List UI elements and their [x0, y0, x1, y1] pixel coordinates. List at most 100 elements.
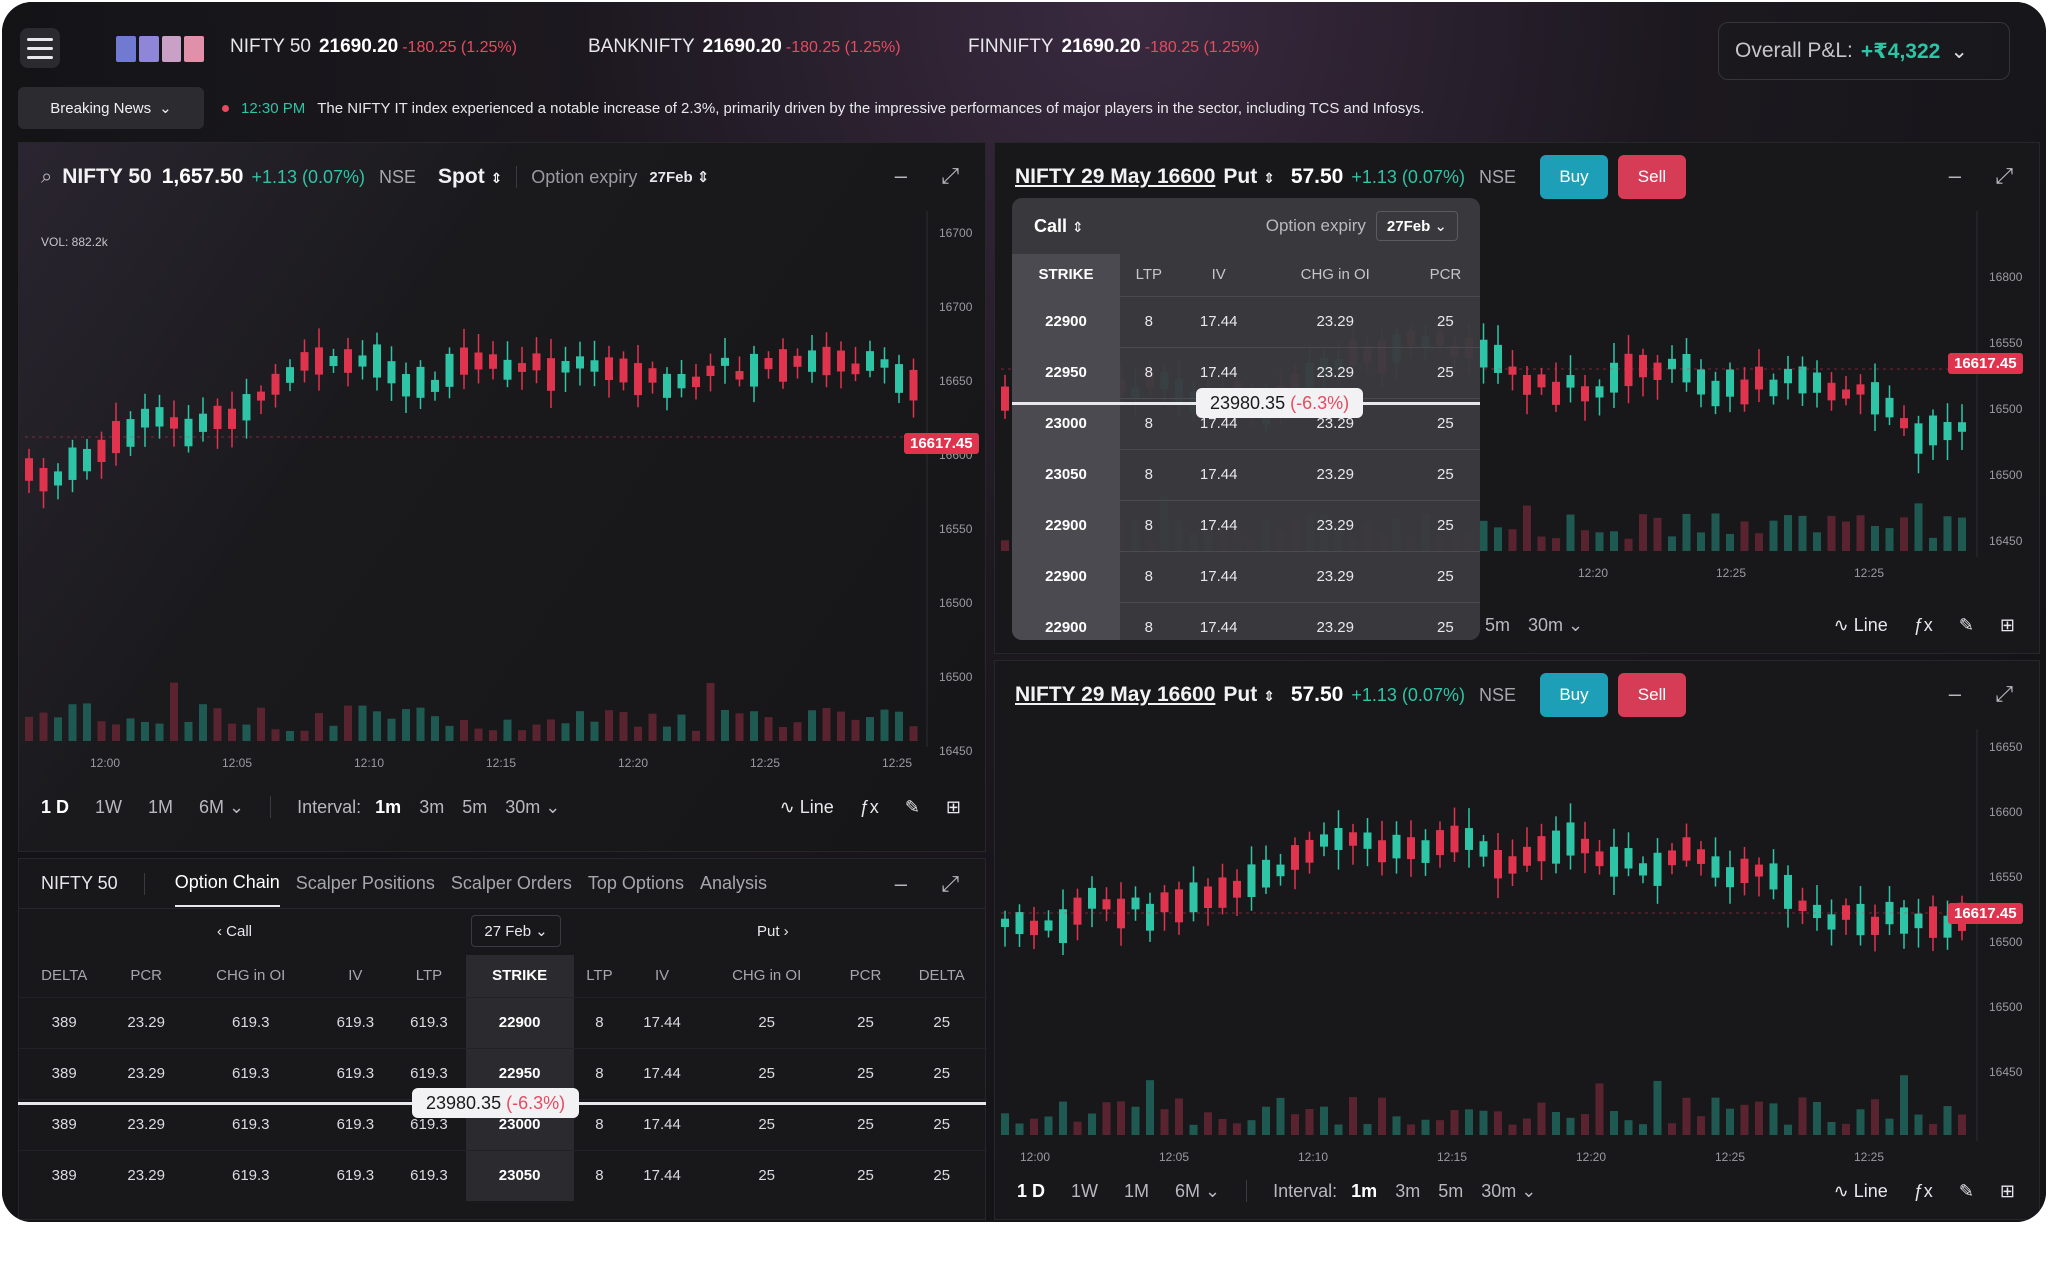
col-strike[interactable]: STRIKE — [465, 955, 574, 997]
option-candlestick-chart-bottom[interactable]: 16650 16600 16550 16500 16500 16450 12:00 12:05… — [995, 729, 2041, 1169]
main-candlestick-chart[interactable]: 1670016700166501660016550165001650016450… — [19, 211, 987, 785]
menu-icon[interactable] — [20, 28, 60, 68]
tab-scalper-orders[interactable]: Scalper Orders — [451, 861, 572, 906]
candle-body — [1929, 415, 1937, 446]
table-row[interactable]: 22900 8 17.44 23.29 25 — [1012, 550, 1480, 602]
expiry-dropdown[interactable]: 27Feb ⌄ — [1375, 211, 1458, 241]
layout-grid-icon[interactable]: ⊞ — [2000, 1181, 2015, 1202]
table-row[interactable]: 22900 8 17.44 23.29 25 — [1012, 295, 1480, 347]
range-1m[interactable]: 1M — [148, 797, 173, 818]
interval-5m[interactable]: 5m — [1485, 615, 1510, 636]
table-row[interactable]: 389 23.29 619.3 619.3 619.3 22900 8 17.44 25 25 25 — [19, 996, 987, 1048]
tab-scalper-positions[interactable]: Scalper Positions — [296, 861, 435, 906]
option-type-selector[interactable]: Put ⇕ — [1223, 683, 1274, 707]
interval-30m[interactable]: 30m ⌄ — [505, 797, 560, 818]
interval-30m[interactable]: 30m ⌄ — [1528, 615, 1583, 636]
indicator-icon[interactable]: ƒx — [1914, 615, 1933, 636]
interval-30m[interactable]: 30m ⌄ — [1481, 1181, 1536, 1202]
expand-icon[interactable]: ⤢ — [1995, 681, 2013, 707]
draw-icon[interactable]: ✎ — [905, 797, 920, 818]
range-1m[interactable]: 1M — [1124, 1181, 1149, 1202]
chart-symbol[interactable]: NIFTY 50 — [62, 165, 151, 189]
candle-body — [1711, 856, 1720, 878]
volume-bar — [1668, 536, 1676, 551]
layout-grid-icon[interactable]: ⊞ — [946, 797, 961, 818]
buy-button[interactable]: Buy — [1539, 155, 1608, 199]
range-6m[interactable]: 6M ⌄ — [1175, 1181, 1220, 1202]
minimize-icon[interactable]: – — [895, 871, 907, 897]
expand-icon[interactable]: ⤢ — [941, 871, 959, 897]
ticker-banknifty[interactable]: BANKNIFTY 21690.20 -180.25 (1.25%) — [588, 36, 901, 58]
table-row[interactable]: 22900 8 17.44 23.29 25 — [1012, 601, 1480, 640]
volume-bar — [1711, 513, 1720, 551]
table-row[interactable]: 22900 8 17.44 23.29 25 — [1012, 499, 1480, 551]
news-headline[interactable]: The NIFTY IT index experienced a notable… — [317, 100, 1424, 117]
range-1d[interactable]: 1 D — [41, 797, 69, 818]
interval-5m[interactable]: 5m — [1438, 1181, 1463, 1202]
line-chart-button[interactable]: ∿ Line — [780, 797, 834, 818]
candle-body — [155, 407, 164, 427]
option-symbol[interactable]: NIFTY 29 May 16600 — [1015, 683, 1215, 707]
table-cell: 619.3 — [182, 1098, 319, 1150]
live-dot-icon — [222, 104, 229, 112]
ticker-change: -180.25 (1.25%) — [402, 39, 517, 56]
interval-3m[interactable]: 3m — [1395, 1181, 1420, 1202]
expand-icon[interactable]: ⤢ — [941, 163, 959, 189]
table-cell: 389 — [19, 996, 110, 1048]
candle-body — [1175, 889, 1183, 923]
option-chain-table: DELTA PCR CHG in OI IV LTP STRIKE LTP IV… — [19, 955, 987, 1201]
breaking-news-button[interactable]: Breaking News ⌄ — [18, 87, 204, 129]
sell-button[interactable]: Sell — [1617, 673, 1686, 717]
volume-bar — [1682, 513, 1691, 551]
draw-icon[interactable]: ✎ — [1959, 615, 1974, 636]
line-chart-button[interactable]: ∿ Line — [1834, 615, 1888, 636]
buy-button[interactable]: Buy — [1539, 673, 1608, 717]
col-iv: IV — [348, 967, 363, 985]
option-expiry-selector[interactable]: 27Feb ⇕ — [649, 168, 709, 186]
volume-bar — [329, 725, 338, 741]
layout-grid-icon[interactable]: ⊞ — [2000, 615, 2015, 636]
range-1d[interactable]: 1 D — [1017, 1181, 1045, 1202]
sell-button[interactable]: Sell — [1617, 155, 1686, 199]
ticker-nifty[interactable]: NIFTY 50 21690.20 -180.25 (1.25%) — [230, 36, 517, 58]
table-row[interactable]: 389 23.29 619.3 619.3 619.3 23050 8 17.44 25 25 25 — [19, 1149, 987, 1201]
option-type-selector[interactable]: Put ⇕ — [1223, 165, 1274, 189]
overall-pnl-dropdown[interactable]: Overall P&L: +₹4,322 ⌄ — [1718, 22, 2010, 80]
call-selector[interactable]: Call ⇕ — [1034, 216, 1084, 237]
table-cell: 8 — [1120, 550, 1178, 602]
indicator-icon[interactable]: ƒx — [860, 797, 879, 818]
indicator-icon[interactable]: ƒx — [1914, 1181, 1933, 1202]
minimize-icon[interactable]: – — [1949, 163, 1961, 189]
candle-body — [373, 344, 381, 378]
tab-option-chain[interactable]: Option Chain — [174, 860, 280, 907]
divider — [1246, 1180, 1248, 1202]
option-symbol[interactable]: NIFTY 29 May 16600 — [1015, 165, 1215, 189]
interval-1m[interactable]: 1m — [1351, 1181, 1377, 1202]
put-nav[interactable]: Put › — [757, 923, 789, 940]
candle-body — [315, 347, 323, 375]
line-chart-button[interactable]: ∿ Line — [1834, 1181, 1888, 1202]
interval-1m[interactable]: 1m — [375, 797, 401, 818]
expiry-dropdown[interactable]: 27 Feb ⌄ — [471, 915, 561, 947]
draw-icon[interactable]: ✎ — [1959, 1181, 1974, 1202]
minimize-icon[interactable]: – — [895, 163, 907, 189]
range-6m[interactable]: 6M ⌄ — [199, 797, 244, 818]
ticker-finnifty[interactable]: FINNIFTY 21690.20 -180.25 (1.25%) — [968, 36, 1259, 58]
tab-top-options[interactable]: Top Options — [588, 861, 684, 906]
tab-analysis[interactable]: Analysis — [700, 861, 767, 906]
range-1w[interactable]: 1W — [1071, 1181, 1098, 1202]
minimize-icon[interactable]: – — [1949, 681, 1961, 707]
expand-icon[interactable]: ⤢ — [1995, 163, 2013, 189]
table-row[interactable]: 23050 8 17.44 23.29 25 — [1012, 448, 1480, 500]
range-1w[interactable]: 1W — [95, 797, 122, 818]
volume-bar — [605, 710, 613, 741]
search-icon[interactable]: ⌕ — [41, 166, 52, 189]
volume-bar — [1479, 1110, 1488, 1135]
interval-5m[interactable]: 5m — [462, 797, 487, 818]
spot-selector[interactable]: Spot ⇕ — [438, 165, 502, 189]
sort-icon: ⇕ — [1263, 170, 1275, 186]
volume-bar — [561, 723, 570, 741]
call-nav[interactable]: ‹ Call — [217, 923, 252, 940]
panel-symbol[interactable]: NIFTY 50 — [41, 873, 118, 894]
interval-3m[interactable]: 3m — [419, 797, 444, 818]
